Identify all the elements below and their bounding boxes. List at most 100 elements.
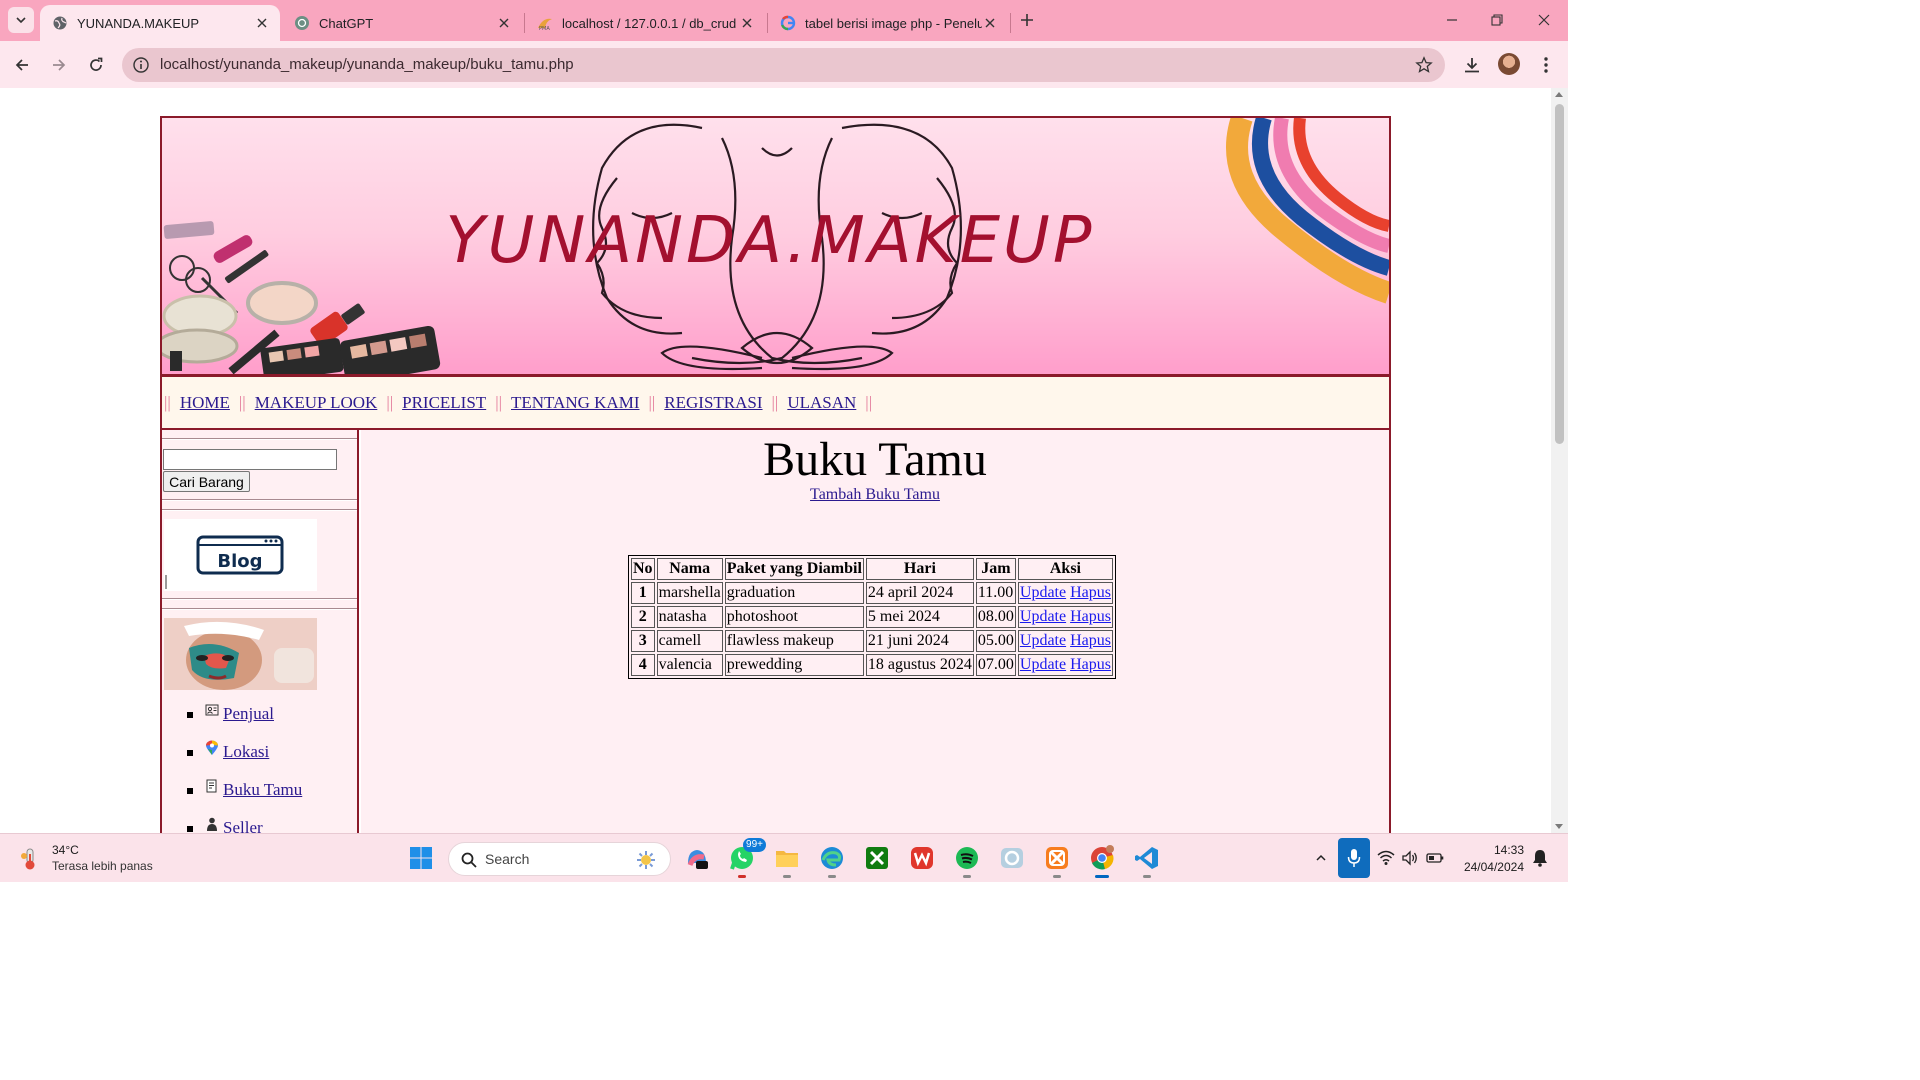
whatsapp-icon[interactable]: 99+: [728, 838, 766, 878]
site-nav: || HOME || MAKEUP LOOK || PRICELIST || T…: [162, 377, 1389, 430]
url-text[interactable]: localhost/yunanda_makeup/yunanda_makeup/…: [160, 56, 574, 73]
chrome-icon[interactable]: [1088, 844, 1116, 878]
update-link[interactable]: Update: [1020, 656, 1066, 673]
minimize-button[interactable]: [1440, 8, 1464, 32]
xbox-icon[interactable]: [863, 844, 891, 872]
makeup-face-image[interactable]: [164, 618, 317, 690]
close-tab-icon[interactable]: [254, 15, 270, 31]
running-indicator: [1095, 875, 1109, 878]
tab-phpmyadmin[interactable]: PMA localhost / 127.0.0.1 / db_crud /: [525, 5, 765, 41]
system-clock[interactable]: 14:33 24/04/2024: [1456, 842, 1524, 876]
table-row: 2 natasha photoshoot 5 mei 2024 08.00 Up…: [631, 606, 1113, 628]
wifi-icon[interactable]: [1376, 848, 1396, 868]
search-icon: [461, 852, 477, 868]
close-window-button[interactable]: [1532, 8, 1556, 32]
blog-label: Blog: [217, 551, 262, 572]
nav-registrasi[interactable]: REGISTRASI: [664, 393, 762, 413]
scroll-down-icon[interactable]: [1555, 824, 1563, 829]
delete-link[interactable]: Hapus: [1070, 584, 1111, 601]
battery-icon[interactable]: [1425, 848, 1445, 868]
blog-image[interactable]: Blog: [164, 519, 317, 591]
back-button[interactable]: [10, 53, 34, 77]
profile-avatar[interactable]: [1498, 53, 1520, 75]
tab-google-search[interactable]: tabel berisi image php - Penelu: [768, 5, 1008, 41]
phpmyadmin-icon: PMA: [537, 15, 553, 31]
weather-widget[interactable]: 34°C Terasa lebih panas: [18, 843, 153, 873]
update-link[interactable]: Update: [1020, 632, 1066, 649]
windows-taskbar: 34°C Terasa lebih panas Search 99+ 14:33…: [0, 833, 1568, 882]
nav-home[interactable]: HOME: [180, 393, 230, 413]
downloads-button[interactable]: [1460, 53, 1484, 77]
volume-icon[interactable]: [1400, 848, 1420, 868]
windows-start-icon[interactable]: [409, 846, 433, 870]
vscode-icon[interactable]: [1133, 844, 1161, 878]
edge-icon[interactable]: [818, 844, 846, 878]
cell-hari: 18 agustus 2024: [865, 654, 974, 676]
cell-no: 3: [631, 630, 655, 652]
cell-jam: 05.00: [975, 630, 1016, 652]
microphone-button[interactable]: [1338, 838, 1370, 878]
wps-icon[interactable]: [908, 844, 936, 872]
sidebar-link-buku-tamu[interactable]: Buku Tamu: [223, 780, 302, 800]
new-tab-button[interactable]: [1016, 9, 1038, 31]
reload-icon: [90, 57, 103, 71]
sidebar-item-lokasi: Lokasi: [182, 740, 302, 780]
photos-icon[interactable]: [998, 844, 1026, 872]
tab-title: tabel berisi image php - Penelu: [805, 15, 982, 31]
tab-chatgpt[interactable]: ChatGPT: [282, 5, 522, 41]
copilot-icon[interactable]: [683, 844, 711, 872]
show-hidden-icons-button[interactable]: [1311, 848, 1331, 868]
forward-button[interactable]: [47, 53, 71, 77]
nav-separator: ||: [865, 392, 873, 412]
sidebar-link-lokasi[interactable]: Lokasi: [223, 742, 269, 762]
microphone-icon: [1347, 849, 1361, 867]
delete-link[interactable]: Hapus: [1070, 632, 1111, 649]
restore-button[interactable]: [1485, 8, 1509, 32]
add-guestbook-link[interactable]: Tambah Buku Tamu: [810, 486, 940, 503]
delete-link[interactable]: Hapus: [1070, 656, 1111, 673]
scrollbar-thumb[interactable]: [1555, 104, 1564, 444]
file-explorer-icon[interactable]: [773, 844, 801, 878]
map-pin-icon: [204, 740, 220, 756]
xampp-icon[interactable]: [1043, 844, 1071, 878]
spotify-icon[interactable]: [953, 844, 981, 878]
close-tab-icon[interactable]: [739, 15, 755, 31]
close-tab-icon[interactable]: [982, 15, 998, 31]
tab-separator: [1010, 13, 1011, 33]
nav-makeup-look[interactable]: MAKEUP LOOK: [255, 393, 378, 413]
cell-aksi: Update Hapus: [1017, 630, 1113, 652]
running-indicator: [828, 875, 836, 878]
sidebar: Cari Barang Blog Penjual Lokasi Buku Tam…: [162, 430, 359, 833]
table-row: 3 camell flawless makeup 21 juni 2024 05…: [631, 630, 1113, 652]
browser-menu-button[interactable]: [1534, 53, 1558, 77]
bookmark-star-icon[interactable]: [1415, 56, 1433, 74]
update-link[interactable]: Update: [1020, 584, 1066, 601]
close-icon: [1538, 14, 1550, 26]
nav-pricelist[interactable]: PRICELIST: [402, 393, 486, 413]
search-input[interactable]: [163, 449, 337, 470]
weather-temperature: 34°C: [52, 843, 79, 857]
delete-link[interactable]: Hapus: [1070, 608, 1111, 625]
site-info-icon[interactable]: [132, 56, 150, 74]
address-bar[interactable]: localhost/yunanda_makeup/yunanda_makeup/…: [122, 48, 1445, 82]
reload-button[interactable]: [84, 53, 108, 77]
scroll-up-icon[interactable]: [1555, 92, 1563, 97]
cell-paket: photoshoot: [724, 606, 864, 628]
close-tab-icon[interactable]: [496, 15, 512, 31]
cell-paket: prewedding: [724, 654, 864, 676]
contact-card-icon: [204, 702, 220, 718]
nav-tentang-kami[interactable]: TENTANG KAMI: [511, 393, 639, 413]
tab-search-button[interactable]: [8, 7, 34, 33]
tab-yunanda-makeup[interactable]: YUNANDA.MAKEUP: [40, 5, 280, 41]
chevron-up-icon: [1316, 854, 1326, 861]
nav-separator: ||: [164, 392, 171, 412]
sidebar-link-seller[interactable]: Seller: [223, 818, 263, 833]
update-link[interactable]: Update: [1020, 608, 1066, 625]
cell-paket: graduation: [724, 582, 864, 604]
search-button[interactable]: Cari Barang: [163, 471, 250, 492]
nav-ulasan[interactable]: ULASAN: [787, 393, 856, 413]
notification-bell-icon[interactable]: [1530, 848, 1550, 868]
taskbar-search[interactable]: Search: [448, 842, 671, 876]
sidebar-link-penjual[interactable]: Penjual: [223, 704, 274, 724]
page-scrollbar[interactable]: [1551, 88, 1568, 833]
